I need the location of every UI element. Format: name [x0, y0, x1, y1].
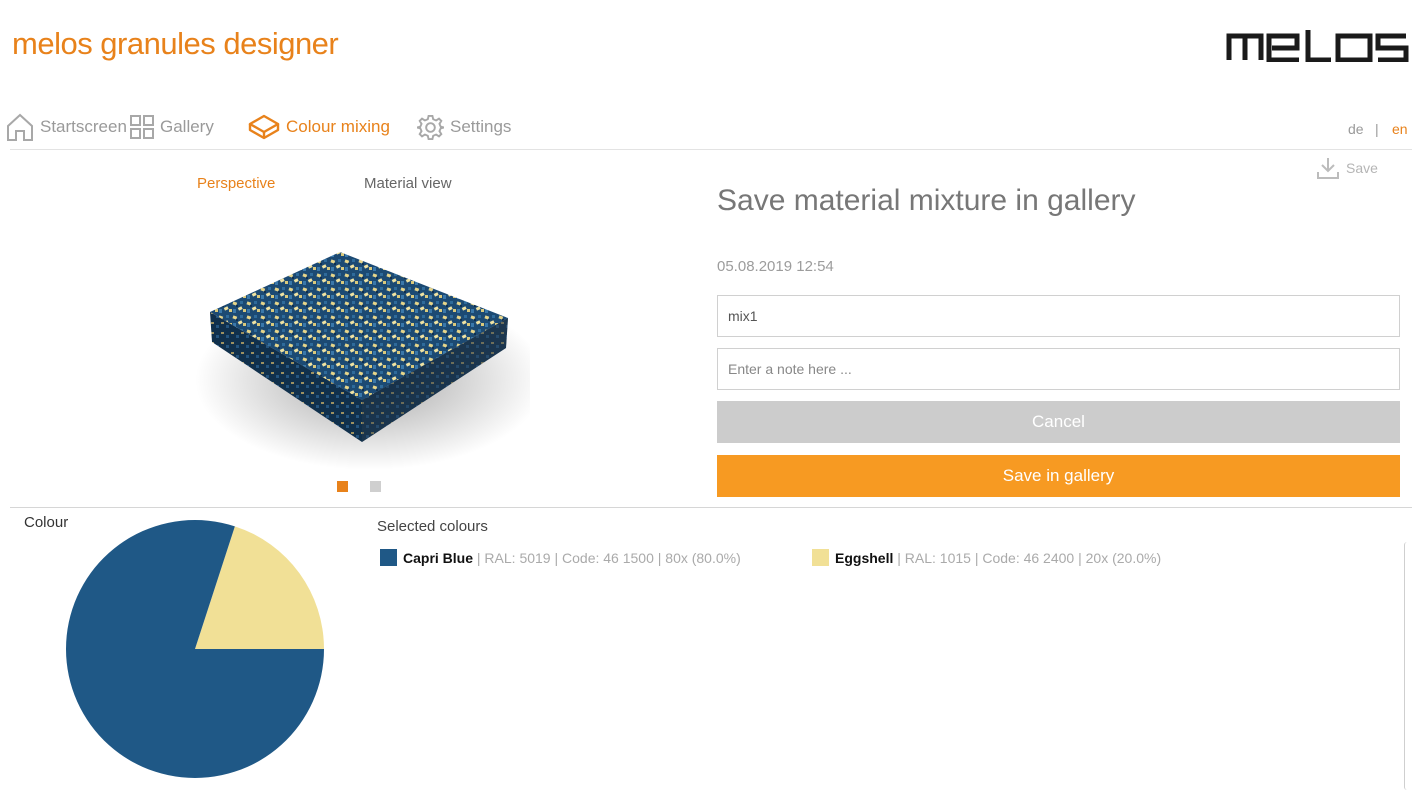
colour-details: | RAL: 1015 | Code: 46 2400 | 20x (20.0%…: [893, 549, 1162, 566]
grid-icon: [130, 115, 154, 139]
nav-settings[interactable]: Settings: [417, 108, 511, 146]
nav-startscreen-label: Startscreen: [40, 117, 127, 136]
language-separator: |: [1375, 121, 1379, 137]
colour-swatch: [812, 549, 829, 566]
nav-colour-mixing-label: Colour mixing: [286, 117, 390, 136]
tab-material-view[interactable]: Material view: [364, 175, 452, 192]
colour-name: Eggshell: [835, 549, 894, 566]
save-toolbar-label: Save: [1346, 160, 1378, 176]
nav-settings-label: Settings: [450, 117, 512, 136]
nav-divider: [10, 149, 1412, 150]
gear-icon: [417, 114, 444, 140]
nav-gallery[interactable]: Gallery: [130, 108, 214, 146]
save-toolbar-button[interactable]: Save: [1316, 156, 1378, 180]
nav-colour-mixing[interactable]: Colour mixing: [248, 108, 390, 146]
colour-name: Capri Blue: [403, 549, 474, 566]
colour-entry: Eggshell | RAL: 1015 | Code: 46 2400 | 2…: [812, 549, 1161, 566]
save-in-gallery-button[interactable]: Save in gallery: [717, 455, 1400, 497]
section-divider: [10, 507, 1412, 508]
language-en[interactable]: en: [1392, 121, 1408, 137]
cancel-button[interactable]: Cancel: [717, 401, 1400, 443]
language-de[interactable]: de: [1348, 121, 1364, 137]
colour-pie-chart: [66, 520, 325, 778]
scrollbar[interactable]: [1404, 542, 1410, 790]
form-date: 05.08.2019 12:54: [717, 258, 834, 275]
material-tile-preview: [195, 252, 530, 470]
download-icon: [1317, 158, 1339, 179]
carousel-dot-1[interactable]: [337, 481, 348, 492]
colour-details: | RAL: 5019 | Code: 46 1500 | 80x (80.0%…: [473, 549, 741, 566]
app-title: melos granules designer: [12, 26, 339, 61]
melos-logo: [1226, 30, 1409, 62]
carousel-dot-2[interactable]: [370, 481, 381, 492]
mixture-name-input[interactable]: [717, 295, 1400, 337]
colour-swatch: [380, 549, 397, 566]
nav-gallery-label: Gallery: [160, 117, 214, 136]
selected-colours-label: Selected colours: [377, 518, 488, 535]
main-nav: Startscreen Gallery Colour mixing Settin…: [0, 108, 1422, 148]
note-input[interactable]: [717, 348, 1400, 390]
home-icon: [7, 113, 33, 141]
box-icon: [248, 114, 280, 140]
nav-startscreen[interactable]: Startscreen: [6, 108, 127, 146]
colour-entry: Capri Blue | RAL: 5019 | Code: 46 1500 |…: [380, 549, 741, 566]
form-title: Save material mixture in gallery: [717, 184, 1136, 217]
tab-perspective[interactable]: Perspective: [197, 175, 275, 192]
colour-chart-label: Colour: [24, 514, 69, 531]
